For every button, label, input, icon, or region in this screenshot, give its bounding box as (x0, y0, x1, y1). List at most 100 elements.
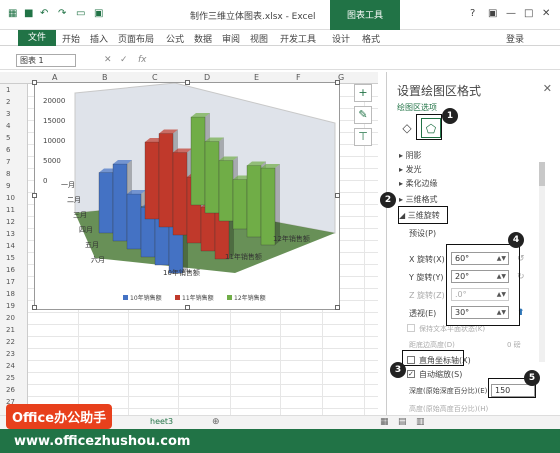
tab-file[interactable]: 文件 (18, 30, 56, 46)
column-header[interactable]: E (254, 73, 259, 82)
row-header[interactable]: 18 (6, 290, 15, 298)
login-link[interactable]: 登录 (506, 32, 524, 45)
add-sheet-icon[interactable]: ⊕ (212, 417, 220, 427)
row-header[interactable]: 9 (6, 182, 10, 190)
row-header[interactable]: 6 (6, 146, 10, 154)
normal-view-icon[interactable]: ▦ (380, 417, 389, 427)
open-folder-icon[interactable]: ▭ (76, 8, 85, 19)
tab-view[interactable]: 视图 (250, 32, 268, 45)
resize-handle[interactable] (335, 305, 340, 310)
save-icon[interactable]: ■ (24, 8, 33, 19)
row-header[interactable]: 16 (6, 266, 15, 274)
plot-area-options-dropdown[interactable]: 绘图区选项 (397, 102, 437, 113)
section-soft-edges[interactable]: ▸ 柔化边缘 (399, 178, 438, 189)
page-layout-icon[interactable]: ▤ (398, 417, 407, 427)
redo-icon[interactable]: ↷ (58, 8, 66, 19)
resize-handle[interactable] (32, 305, 37, 310)
name-box[interactable]: 图表 1 (16, 54, 76, 67)
page-break-icon[interactable]: ▥ (416, 417, 425, 427)
column-header[interactable]: A (52, 73, 57, 82)
row-header[interactable]: 3 (6, 110, 10, 118)
sheet-tab[interactable]: heet3 (150, 417, 173, 426)
row-header[interactable]: 11 (6, 206, 15, 214)
row-header[interactable]: 25 (6, 374, 15, 382)
3d-rotation-highlight-box (398, 206, 448, 224)
close-icon[interactable]: ✕ (542, 8, 550, 19)
z-rotation-label: Z 旋转(Z) (409, 291, 445, 300)
tab-insert[interactable]: 插入 (90, 32, 108, 45)
undo-icon[interactable]: ↶ (40, 8, 48, 19)
maximize-icon[interactable]: □ (524, 8, 533, 19)
row-header[interactable]: 2 (6, 98, 10, 106)
site-url: www.officezhushou.com (14, 434, 191, 449)
bar (232, 179, 248, 230)
row-header[interactable]: 1 (6, 86, 10, 94)
row-header[interactable]: 10 (6, 194, 15, 202)
section-shadow[interactable]: ▸ 阴影 (399, 150, 422, 161)
y-tick-label: 15000 (43, 117, 65, 125)
row-header[interactable]: 17 (6, 278, 15, 286)
tab-format[interactable]: 格式 (362, 32, 380, 45)
row-header[interactable]: 14 (6, 242, 15, 250)
help-icon[interactable]: ? (470, 8, 475, 19)
row-header[interactable]: 12 (6, 218, 15, 226)
resize-handle[interactable] (185, 80, 190, 85)
tab-review[interactable]: 审阅 (222, 32, 240, 45)
brand-watermark: Office办公助手 (6, 404, 113, 429)
row-header[interactable]: 5 (6, 134, 10, 142)
distance-value: 0 磅 (507, 341, 521, 349)
tab-data[interactable]: 数据 (194, 32, 212, 45)
resize-handle[interactable] (335, 193, 340, 198)
row-header[interactable]: 19 (6, 302, 15, 310)
tab-design[interactable]: 设计 (332, 32, 350, 45)
fx-icon[interactable]: fx (138, 55, 147, 65)
row-header[interactable]: 8 (6, 170, 10, 178)
chart-svg: 20000 15000 10000 5000 0 一月二月三月四月五月六月 12年销售额 11… (43, 82, 336, 302)
row-header[interactable]: 20 (6, 314, 15, 322)
chart-styles-button[interactable]: ✎ (354, 106, 372, 124)
row-headers: 1 2 3 4 5 6 7 8 9 10 11 12 13 14 15 16 17 18 19 20 21 22 23 24 2… (0, 84, 28, 415)
tab-formulas[interactable]: 公式 (166, 32, 184, 45)
pane-scrollbar[interactable] (539, 162, 545, 362)
column-header[interactable]: F (296, 73, 301, 82)
tab-developer[interactable]: 开发工具 (280, 32, 316, 45)
keep-text-flat-checkbox[interactable] (407, 324, 415, 332)
category-label: 三月 (73, 211, 87, 219)
tab-page-layout[interactable]: 页面布局 (118, 32, 154, 45)
column-header[interactable]: B (102, 73, 108, 82)
chart-filters-button[interactable]: ⊤ (354, 128, 372, 146)
row-header[interactable]: 21 (6, 326, 15, 334)
column-header[interactable]: D (204, 73, 210, 82)
fill-line-icon[interactable]: ◇ (397, 118, 417, 138)
resize-handle[interactable] (335, 80, 340, 85)
resize-handle[interactable] (32, 80, 37, 85)
row-header[interactable]: 26 (6, 386, 15, 394)
y-rotation-label: Y 旋转(Y) (409, 273, 444, 282)
cancel-icon[interactable]: ✕ (104, 55, 112, 65)
ribbon-options-icon[interactable]: ▣ (488, 8, 497, 19)
row-header[interactable]: 22 (6, 338, 15, 346)
resize-handle[interactable] (185, 305, 190, 310)
y-tick-label: 20000 (43, 97, 65, 105)
resize-handle[interactable] (32, 193, 37, 198)
close-icon[interactable]: ✕ (543, 82, 552, 95)
chart-elements-button[interactable]: + (354, 84, 372, 102)
bar (112, 163, 128, 242)
row-header[interactable]: 4 (6, 122, 10, 130)
autoscale-checkbox[interactable]: ✓ (407, 370, 415, 378)
tab-home[interactable]: 开始 (62, 32, 80, 45)
save-as-icon[interactable]: ▣ (94, 8, 103, 19)
row-header[interactable]: 7 (6, 158, 10, 166)
enter-icon[interactable]: ✓ (120, 55, 128, 65)
scrollbar-thumb[interactable] (539, 162, 545, 186)
section-3d-format[interactable]: ▸ 三维格式 (399, 194, 438, 205)
column-header[interactable]: C (152, 73, 158, 82)
row-header[interactable]: 15 (6, 254, 15, 262)
row-header[interactable]: 23 (6, 350, 15, 358)
section-glow[interactable]: ▸ 发光 (399, 164, 422, 175)
bar (190, 116, 206, 206)
row-header[interactable]: 13 (6, 230, 15, 238)
minimize-icon[interactable]: — (506, 8, 516, 19)
chart-area[interactable]: 20000 15000 10000 5000 0 一月 二月 三月 四月 五月 六月 12年销售额 11… (32, 80, 340, 310)
row-header[interactable]: 24 (6, 362, 15, 370)
